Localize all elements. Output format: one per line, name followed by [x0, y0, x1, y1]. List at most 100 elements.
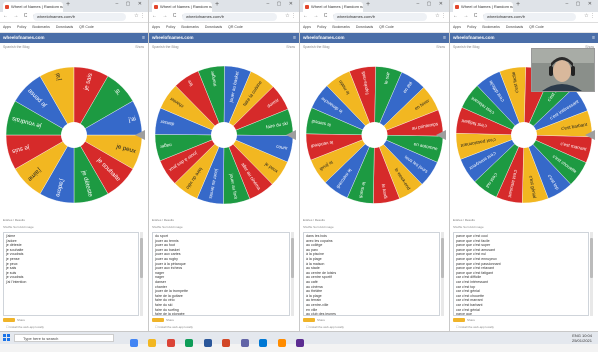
entries-toolbar[interactable]: Shuffle Sort Add image	[3, 225, 34, 229]
entries-scrollbar[interactable]	[590, 232, 593, 316]
wheel-toolbar-left[interactable]: Spanish the Blog	[453, 45, 479, 49]
bookmark-item[interactable]: QR Code	[379, 25, 394, 29]
system-tray[interactable]: ENG 10:04 25/01/2021	[572, 333, 592, 343]
browser-tab[interactable]: Wheel of Names | Random nam	[152, 2, 212, 12]
window-controls[interactable]: – ▢ ✕	[116, 1, 145, 7]
install-checkbox[interactable]: ☐ Install the web-app locally	[456, 325, 494, 329]
hamburger-menu-icon[interactable]: ≡	[443, 33, 446, 43]
share-label: Share	[317, 318, 326, 322]
window-controls[interactable]: – ▢ ✕	[566, 1, 595, 7]
entries-toolbar[interactable]: Shuffle Sort Add image	[303, 225, 334, 229]
install-checkbox[interactable]: ☐ Install the web-app locally	[6, 325, 44, 329]
bookmark-item[interactable]: QR Code	[529, 25, 544, 29]
teams-icon[interactable]	[240, 339, 249, 347]
entries-textarea[interactable]: j'aime j'adore je déteste je souhaite je vou…	[3, 232, 139, 316]
wheel-center-hub[interactable]	[61, 122, 87, 148]
tab-strip: Wheel of Names | Random nam + – ▢ ✕	[0, 0, 148, 12]
window-controls[interactable]: – ▢ ✕	[417, 1, 446, 7]
taskbar: Type here to search ENG 10:04 25/01/2021	[0, 331, 598, 347]
entries-scrollbar[interactable]	[291, 232, 294, 316]
bookmarks-bar: Apps Policy Bookmarks Downloads QR Code	[0, 23, 148, 33]
wheel-toolbar-left[interactable]: Spanish the Blog	[152, 45, 178, 49]
bookmark-item[interactable]: Downloads	[56, 25, 73, 29]
file-explorer-icon[interactable]	[148, 339, 157, 347]
bookmarks-bar: Apps Policy Bookmarks Downloads QR Code	[149, 23, 299, 33]
chrome-icon[interactable]	[166, 339, 175, 347]
extensions-icon[interactable]: ☆ ⋮	[285, 13, 296, 19]
entries-toolbar[interactable]: Shuffle Sort Add image	[453, 225, 484, 229]
wheel-center-hub[interactable]	[211, 122, 237, 148]
bookmark-item[interactable]: Bookmarks	[482, 25, 500, 29]
share-button[interactable]	[303, 318, 315, 322]
url-input[interactable]: wheelofnames.com/fr	[33, 13, 126, 21]
paint-icon[interactable]	[277, 339, 286, 347]
install-checkbox-label: Install the web-app locally	[459, 325, 494, 329]
bookmark-item[interactable]: QR Code	[228, 25, 243, 29]
task-view-icon[interactable]	[130, 339, 138, 347]
outlook-icon[interactable]	[259, 339, 268, 347]
site-title[interactable]: wheelofnames.com	[152, 35, 194, 40]
entries-textarea[interactable]: parce que c'est cool parce que c'est faci…	[453, 232, 589, 316]
bookmark-item[interactable]: Apps	[303, 25, 311, 29]
share-label: Share	[166, 318, 175, 322]
browser-tab[interactable]: Wheel of Names | Random nam	[453, 2, 513, 12]
wheel-center-hub[interactable]	[361, 122, 388, 148]
browser-tab[interactable]: Wheel of Names | Random nam	[3, 2, 63, 12]
bookmark-item[interactable]: Policy	[17, 25, 26, 29]
bookmark-item[interactable]: Downloads	[506, 25, 523, 29]
bookmark-item[interactable]: Apps	[152, 25, 160, 29]
entries-scrollbar[interactable]	[140, 232, 143, 316]
bookmark-item[interactable]: Bookmarks	[32, 25, 50, 29]
excel-icon[interactable]	[185, 339, 194, 347]
install-checkbox[interactable]: ☐ Install the web-app locally	[155, 325, 193, 329]
share-button[interactable]	[152, 318, 164, 322]
spinning-wheel[interactable]: je peuxaller au cinémajouer au footjouer…	[149, 50, 299, 215]
share-button[interactable]	[3, 318, 15, 322]
bookmark-item[interactable]: Policy	[166, 25, 175, 29]
share-button[interactable]	[453, 318, 465, 322]
onenote-icon[interactable]	[296, 339, 305, 347]
entries-heading: Entries / Results	[303, 218, 325, 222]
new-tab-button[interactable]: +	[516, 1, 520, 8]
url-input[interactable]: wheelofnames.com/fr	[333, 13, 427, 21]
entries-textarea[interactable]: dans les bois avec les copains au collège a…	[303, 232, 440, 316]
word-icon[interactable]	[203, 339, 212, 347]
hamburger-menu-icon[interactable]: ≡	[592, 33, 595, 43]
hamburger-menu-icon[interactable]: ≡	[142, 33, 145, 43]
new-tab-button[interactable]: +	[366, 1, 370, 8]
bookmark-item[interactable]: Bookmarks	[181, 25, 199, 29]
url-input[interactable]: wheelofnames.com/fr	[182, 13, 277, 21]
bookmark-item[interactable]: Apps	[3, 25, 11, 29]
entries-scrollbar[interactable]	[441, 232, 444, 316]
powerpoint-icon[interactable]	[222, 339, 231, 347]
spinning-wheel[interactable]: le week-endle lundile mardile mercredile…	[300, 50, 449, 215]
bookmark-item[interactable]: Policy	[317, 25, 326, 29]
new-tab-button[interactable]: +	[66, 1, 70, 8]
entries-toolbar[interactable]: Shuffle Sort Add image	[152, 225, 183, 229]
spinning-wheel[interactable]: je peuxje souhaiteje détestej'adorej'aim…	[0, 50, 148, 215]
install-checkbox[interactable]: ☐ Install the web-app locally	[306, 325, 344, 329]
new-tab-button[interactable]: +	[215, 1, 219, 8]
taskbar-search-input[interactable]: Type here to search	[14, 334, 114, 342]
windows-start-icon[interactable]	[3, 334, 10, 341]
wheel-center-hub[interactable]	[511, 122, 537, 148]
site-title[interactable]: wheelofnames.com	[303, 35, 345, 40]
wheel-toolbar-left[interactable]: Spanish the Blog	[303, 45, 329, 49]
wheel-toolbar-left[interactable]: Spanish the Blog	[3, 45, 29, 49]
browser-tab[interactable]: Wheel of Names | Random nam	[303, 2, 363, 12]
extensions-icon[interactable]: ☆ ⋮	[584, 13, 595, 19]
bookmark-item[interactable]: Downloads	[205, 25, 222, 29]
site-title[interactable]: wheelofnames.com	[3, 35, 45, 40]
window-controls[interactable]: – ▢ ✕	[267, 1, 296, 7]
bookmark-item[interactable]: Bookmarks	[332, 25, 350, 29]
bookmark-item[interactable]: QR Code	[79, 25, 94, 29]
site-title[interactable]: wheelofnames.com	[453, 35, 495, 40]
bookmark-item[interactable]: Downloads	[356, 25, 373, 29]
hamburger-menu-icon[interactable]: ≡	[293, 33, 296, 43]
entries-textarea[interactable]: du sport jouer au tennis jouer au foot joue…	[152, 232, 290, 316]
extensions-icon[interactable]: ☆ ⋮	[134, 13, 145, 19]
bookmark-item[interactable]: Policy	[467, 25, 476, 29]
bookmark-item[interactable]: Apps	[453, 25, 461, 29]
url-input[interactable]: wheelofnames.com/fr	[483, 13, 576, 21]
extensions-icon[interactable]: ☆ ⋮	[435, 13, 446, 19]
